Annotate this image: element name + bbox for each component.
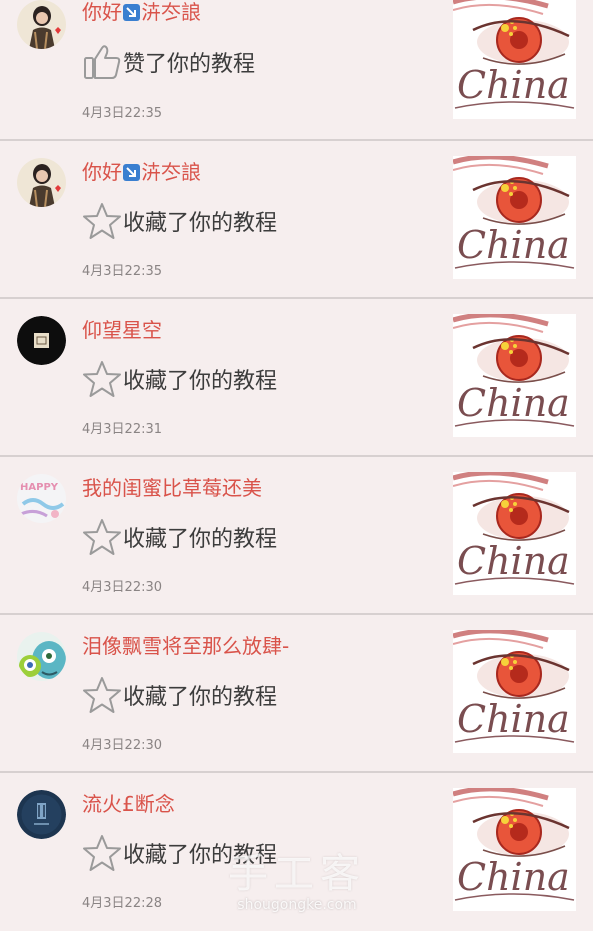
thumbnail-caption: China [457,855,570,899]
action: 收藏了你的教程 [82,359,277,399]
action-text: 收藏了你的教程 [123,211,278,236]
avatar-happy-icon[interactable]: HAPPY [17,474,66,523]
action: 收藏了你的教程 [82,675,277,715]
notification-row[interactable]: 泪像飘雪将至那么放肆- 收藏了你的教程 4月3日22:30 China [0,615,593,773]
timestamp: 4月3日22:30 [82,580,163,595]
notification-row[interactable]: 仰望星空 收藏了你的教程 4月3日22:31 China [0,299,593,457]
username[interactable]: 流火£断念 [82,792,175,816]
username[interactable]: 仰望星空 [82,318,162,342]
action-text: 收藏了你的教程 [123,527,278,552]
notification-row[interactable]: HAPPY 我的闺蜜比草莓还美 收藏了你的教程 4月3日22:30 China [0,457,593,615]
star-icon [83,677,121,713]
username-part: 你好 [82,160,122,184]
tutorial-thumbnail[interactable]: China [453,630,576,753]
username-part: 你好 [82,0,122,24]
tutorial-thumbnail[interactable]: China [453,788,576,911]
avatar-text: HAPPY [20,482,59,493]
notification-row[interactable]: 你好 泋冭誏 赞了你的教程 4月3日22:35 China [0,0,593,141]
username[interactable]: 我的闺蜜比草莓还美 [82,476,262,500]
star-icon [83,203,121,239]
avatar-black-circle-icon[interactable] [17,316,66,365]
action-text: 收藏了你的教程 [123,685,278,710]
thumbnail-caption: China [457,223,570,267]
star-icon [83,835,121,871]
tutorial-thumbnail[interactable]: China [453,0,576,119]
action-text: 收藏了你的教程 [123,843,278,868]
arrow-badge-icon [123,4,140,21]
action: 收藏了你的教程 [82,517,277,557]
action-text: 收藏了你的教程 [123,369,278,394]
action: 收藏了你的教程 [82,833,277,873]
avatar-girl-icon[interactable] [17,158,66,207]
action: 收藏了你的教程 [82,201,277,241]
tutorial-thumbnail[interactable]: China [453,314,576,437]
action-text: 赞了你的教程 [123,52,256,77]
username-part: 泋冭誏 [141,160,201,184]
username[interactable]: 你好 泋冭誏 [82,160,201,184]
timestamp: 4月3日22:28 [82,896,163,911]
avatar-navy-circle-icon[interactable] [17,790,66,839]
timestamp: 4月3日22:30 [82,738,163,753]
tutorial-thumbnail[interactable]: China [453,472,576,595]
timestamp: 4月3日22:31 [82,422,163,437]
thumbnail-caption: China [457,539,570,583]
notification-row[interactable]: 你好 泋冭誏 收藏了你的教程 4月3日22:35 China [0,141,593,299]
avatar-monster-icon[interactable] [17,632,66,681]
action: 赞了你的教程 [82,42,255,82]
username[interactable]: 你好 泋冭誏 [82,0,201,24]
timestamp: 4月3日22:35 [82,264,163,279]
arrow-badge-icon [123,164,140,181]
notification-row[interactable]: 流火£断念 收藏了你的教程 4月3日22:28 China [0,773,593,931]
timestamp: 4月3日22:35 [82,106,163,121]
thumbs-up-icon [84,45,121,79]
star-icon [83,519,121,555]
username[interactable]: 泪像飘雪将至那么放肆- [82,634,289,658]
thumbnail-caption: China [457,381,570,425]
username-part: 泋冭誏 [141,0,201,24]
avatar-girl-icon[interactable] [17,0,66,49]
star-icon [83,361,121,397]
thumbnail-caption: China [457,697,570,741]
tutorial-thumbnail[interactable]: China [453,156,576,279]
thumbnail-caption: China [457,63,570,107]
notification-feed: 你好 泋冭誏 赞了你的教程 4月3日22:35 China 你好 泋冭誏 收藏了… [0,0,593,926]
